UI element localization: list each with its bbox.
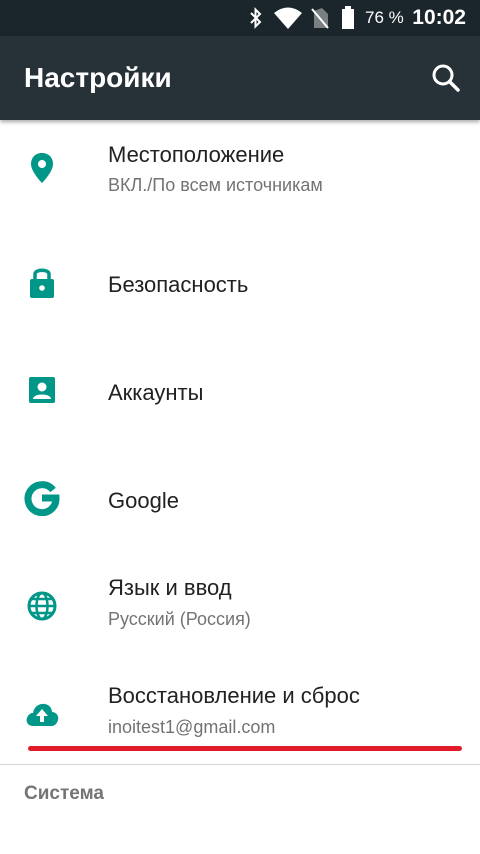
settings-item-security[interactable]: Безопасность — [0, 228, 480, 336]
highlight-underline — [28, 746, 462, 751]
section-header-system: Система — [24, 783, 104, 804]
settings-item-title: Восстановление и сброс — [108, 683, 360, 708]
settings-item-title: Google — [108, 488, 179, 513]
search-icon — [432, 64, 460, 92]
section-divider — [0, 764, 480, 765]
settings-item-subtitle: Русский (Россия) — [108, 609, 251, 629]
no-sim-icon — [311, 8, 329, 29]
clock: 10:02 — [412, 6, 466, 29]
settings-item-subtitle: ВКЛ./По всем источникам — [108, 175, 323, 195]
battery-percent: 76 % — [365, 8, 404, 27]
settings-item-google[interactable]: Google — [0, 444, 480, 552]
settings-item-accounts[interactable]: Аккаунты — [0, 336, 480, 444]
settings-item-subtitle: inoitest1@gmail.com — [108, 717, 276, 737]
bluetooth-icon — [250, 7, 262, 29]
app-toolbar: Настройки — [0, 36, 480, 120]
settings-item-title: Язык и ввод — [108, 575, 232, 600]
cloud-upload-icon — [26, 703, 59, 726]
wifi-icon — [274, 7, 302, 29]
lock-icon — [30, 268, 54, 298]
account-box-icon — [29, 377, 55, 403]
settings-item-location[interactable]: Местоположение ВКЛ./По всем источникам — [0, 120, 480, 228]
google-icon — [24, 481, 60, 516]
settings-list: Местоположение ВКЛ./По всем источникам Б… — [0, 120, 480, 768]
page-title: Настройки — [24, 62, 172, 93]
settings-item-backup-reset[interactable]: Восстановление и сброс inoitest1@gmail.c… — [0, 660, 480, 768]
settings-item-title: Безопасность — [108, 272, 249, 297]
settings-item-title: Аккаунты — [108, 380, 204, 405]
globe-icon — [27, 591, 57, 621]
search-button[interactable] — [428, 60, 464, 96]
battery-icon — [342, 6, 354, 29]
settings-item-language[interactable]: Язык и ввод Русский (Россия) — [0, 552, 480, 660]
status-bar: 76 % 10:02 — [0, 0, 480, 36]
location-icon — [31, 153, 53, 183]
settings-item-title: Местоположение — [108, 142, 285, 167]
